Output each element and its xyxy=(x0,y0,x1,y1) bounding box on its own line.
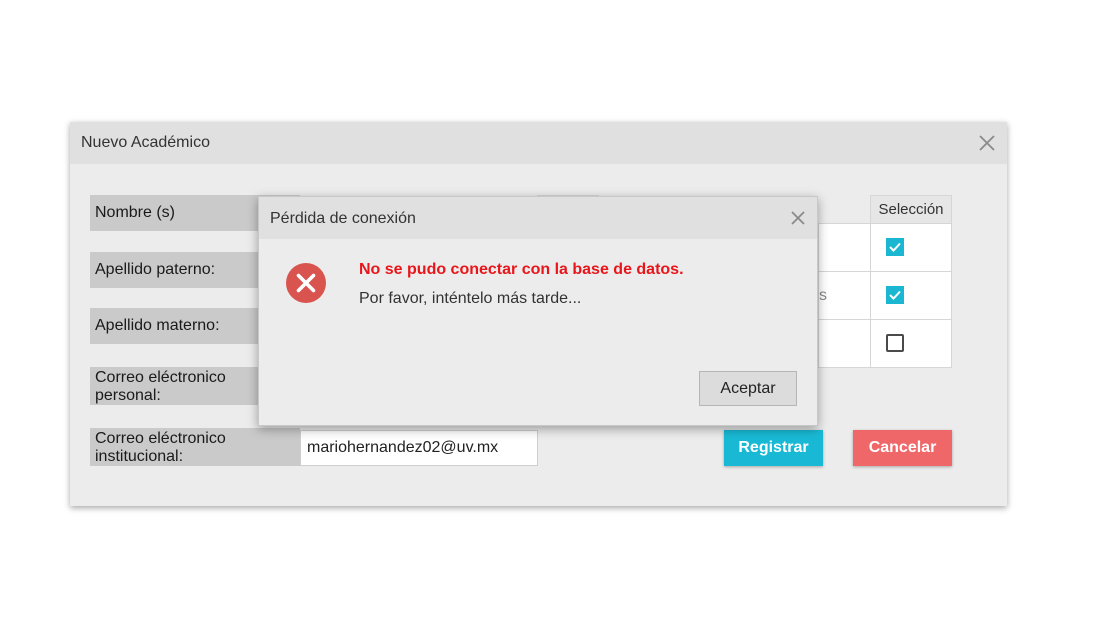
connection-error-dialog: Pérdida de conexión No se pudo conectar … xyxy=(258,196,818,426)
correo-institucional-label-line2: institucional: xyxy=(95,448,184,465)
table-cell xyxy=(818,223,871,272)
registrar-button[interactable]: Registrar xyxy=(724,430,823,466)
selection-checkbox-unchecked[interactable] xyxy=(886,334,904,352)
selection-checkbox-checked[interactable] xyxy=(886,238,904,256)
table-cell xyxy=(818,319,871,368)
table-cell-text: s xyxy=(819,286,827,304)
selection-checkbox-checked[interactable] xyxy=(886,286,904,304)
checkmark-icon xyxy=(889,290,901,300)
table-cell: s xyxy=(818,271,871,320)
seleccion-cell xyxy=(870,319,952,368)
seleccion-cell xyxy=(870,271,952,320)
error-icon xyxy=(285,262,327,304)
table-header-seleccion: Selección xyxy=(870,195,952,224)
error-heading: No se pudo conectar con la base de datos… xyxy=(359,261,684,278)
seleccion-cell xyxy=(870,223,952,272)
checkmark-icon xyxy=(889,242,901,252)
aceptar-button[interactable]: Aceptar xyxy=(699,371,797,406)
window-title: Nuevo Académico xyxy=(81,134,210,151)
cancelar-button[interactable]: Cancelar xyxy=(853,430,952,466)
correo-institucional-label-line1: Correo eléctronico xyxy=(95,430,226,447)
error-message: Por favor, inténtelo más tarde... xyxy=(359,290,582,307)
correo-institucional-label: Correo eléctronico institucional: xyxy=(90,428,300,466)
dialog-titlebar: Pérdida de conexión xyxy=(259,197,817,239)
correo-institucional-input[interactable]: mariohernandez02@uv.mx xyxy=(300,430,538,466)
dialog-title: Pérdida de conexión xyxy=(270,210,416,227)
close-icon[interactable] xyxy=(789,209,809,229)
window-titlebar: Nuevo Académico xyxy=(70,122,1007,164)
close-icon[interactable] xyxy=(977,133,997,153)
